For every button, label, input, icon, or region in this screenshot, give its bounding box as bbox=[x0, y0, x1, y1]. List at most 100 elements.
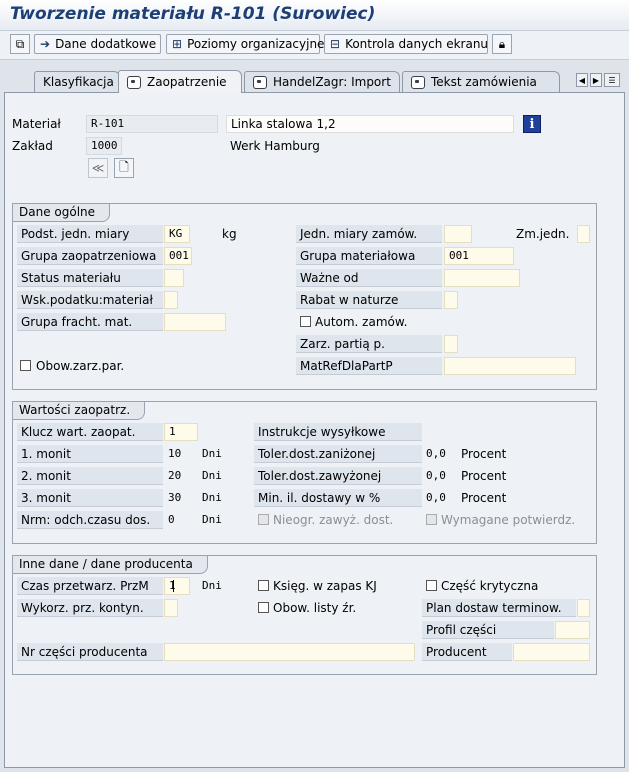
tab-tekst-zamowienia[interactable]: Tekst zamówienia bbox=[402, 71, 560, 92]
schedule-label: Plan dostaw terminow. bbox=[422, 599, 576, 617]
freight-group-label: Grupa fracht. mat. bbox=[17, 313, 163, 331]
ack-required-checkbox bbox=[426, 514, 437, 525]
gr-time-field[interactable]: 1 bbox=[164, 577, 190, 595]
window-title: Tworzenie materiału R-101 (Surowiec) bbox=[10, 4, 376, 24]
min-qty-value: 0,0 bbox=[426, 491, 446, 504]
mat-group-label: Grupa materiałowa bbox=[296, 247, 442, 265]
plant-field: 1000 bbox=[86, 137, 122, 155]
purch-key-field[interactable]: 1 bbox=[164, 423, 198, 441]
critical-part-label: Część krytyczna bbox=[441, 579, 539, 593]
var-uom-label: Zm.jedn. bbox=[516, 227, 570, 241]
group-title: Wartości zaopatrz. bbox=[13, 402, 146, 420]
triangle-left-icon: ◀ bbox=[578, 75, 586, 85]
material-description: Linka stalowa 1,2 bbox=[226, 115, 514, 133]
tab-scroll-left-button[interactable]: ◀ bbox=[576, 73, 588, 87]
tab-klasyfikacja[interactable]: Klasyfikacja bbox=[34, 71, 120, 92]
gr-time-label: Czas przetwarz. PrzM bbox=[17, 577, 163, 595]
base-uom-field[interactable]: KG bbox=[164, 225, 190, 243]
mfr-part-number-label: Nr części producenta bbox=[17, 643, 163, 661]
additional-data-button[interactable]: ➔ Dane dodatkowe bbox=[34, 34, 161, 54]
part-profile-field[interactable] bbox=[555, 621, 590, 639]
post-insp-label: Księg. w zapas KJ bbox=[273, 579, 377, 593]
manufacturer-field[interactable] bbox=[513, 643, 590, 661]
org-levels-label: Poziomy organizacyjne bbox=[187, 37, 325, 51]
purch-group-field[interactable]: 001 bbox=[164, 247, 192, 265]
previous-icon: ≪ bbox=[91, 161, 105, 175]
reminder3-unit: Dni bbox=[202, 491, 222, 504]
var-uom-field[interactable] bbox=[577, 225, 590, 243]
reminder2-unit: Dni bbox=[202, 469, 222, 482]
discount-label: Rabat w naturze bbox=[296, 291, 442, 309]
tab-handel-import[interactable]: HandelZagr: Import bbox=[244, 71, 400, 92]
check-data-icon: ⊟ bbox=[330, 37, 341, 51]
batch-mgmt-field[interactable] bbox=[444, 335, 458, 353]
source-list-checkbox[interactable] bbox=[258, 602, 269, 613]
plant-description: Werk Hamburg bbox=[230, 139, 320, 153]
reminder1-unit: Dni bbox=[202, 447, 222, 460]
tab-label: HandelZagr: Import bbox=[273, 75, 391, 89]
over-tol-value: 0,0 bbox=[426, 469, 446, 482]
mandatory-mfr-checkbox[interactable] bbox=[20, 360, 31, 371]
min-qty-unit: Procent bbox=[461, 491, 507, 505]
quota-label: Wykorz. prz. kontyn. bbox=[17, 599, 163, 617]
order-uom-field[interactable] bbox=[444, 225, 472, 243]
document-icon: 🗋︎ bbox=[119, 159, 129, 174]
check-data-button[interactable]: ⊟ Kontrola danych ekranu bbox=[324, 34, 488, 54]
lock-button[interactable]: 🔒︎ bbox=[492, 34, 512, 54]
tab-status-icon bbox=[253, 75, 267, 89]
mfr-part-profile-field[interactable] bbox=[444, 357, 576, 375]
mfr-part-number-field[interactable] bbox=[164, 643, 415, 661]
info-button[interactable]: i bbox=[523, 115, 541, 133]
reminder2-value: 20 bbox=[168, 469, 182, 482]
mat-group-field[interactable]: 001 bbox=[444, 247, 514, 265]
org-levels-button[interactable]: ⊞ Poziomy organizacyjne bbox=[166, 34, 324, 54]
tab-list-button[interactable]: ☰ bbox=[604, 73, 620, 87]
purch-key-label: Klucz wart. zaopat. bbox=[17, 423, 163, 441]
tab-zaopatrzenie[interactable]: Zaopatrzenie bbox=[118, 70, 242, 93]
tab-label: Zaopatrzenie bbox=[147, 75, 227, 89]
tax-ind-field[interactable] bbox=[164, 291, 178, 309]
mat-status-field[interactable] bbox=[164, 269, 184, 287]
mfr-part-profile-label: MatRefDlaPartP bbox=[296, 357, 442, 375]
critical-part-checkbox[interactable] bbox=[426, 580, 437, 591]
manufacturer-label: Producent bbox=[422, 643, 512, 661]
material-field: R-101 bbox=[86, 115, 218, 133]
unlimited-overdelivery-label: Nieogr. zawyż. dost. bbox=[273, 513, 394, 527]
base-uom-text: kg bbox=[222, 227, 237, 241]
tab-label: Tekst zamówienia bbox=[431, 75, 537, 89]
source-list-label: Obow. listy źr. bbox=[273, 601, 357, 615]
auto-po-checkbox[interactable] bbox=[300, 316, 311, 327]
deviation-value: 0 bbox=[168, 513, 175, 526]
over-tol-label: Toler.dost.zawyżonej bbox=[254, 467, 422, 485]
batch-mgmt-label: Zarz. partią p. bbox=[296, 335, 442, 353]
post-insp-checkbox[interactable] bbox=[258, 580, 269, 591]
quota-field[interactable] bbox=[164, 599, 178, 617]
org-levels-icon: ⊞ bbox=[172, 37, 183, 51]
tab-scroll-right-button[interactable]: ▶ bbox=[590, 73, 602, 87]
additional-data-label: Dane dodatkowe bbox=[55, 37, 157, 51]
shipping-label: Instrukcje wysyłkowe bbox=[254, 423, 422, 441]
reminder3-value: 30 bbox=[168, 491, 182, 504]
display-change-icon: ⧉ bbox=[15, 36, 25, 51]
info-icon: i bbox=[529, 116, 535, 132]
tab-label: Klasyfikacja bbox=[43, 75, 114, 89]
new-document-button[interactable]: 🗋︎ bbox=[114, 158, 134, 178]
previous-button[interactable]: ≪ bbox=[88, 158, 108, 178]
schedule-field[interactable] bbox=[577, 599, 590, 617]
freight-group-field[interactable] bbox=[164, 313, 226, 331]
unlimited-overdelivery-checkbox bbox=[258, 514, 269, 525]
reminder2-label: 2. monit bbox=[17, 467, 163, 485]
reminder3-label: 3. monit bbox=[17, 489, 163, 507]
auto-po-label: Autom. zamów. bbox=[315, 315, 408, 329]
tab-status-icon bbox=[127, 75, 141, 89]
discount-field[interactable] bbox=[444, 291, 458, 309]
plant-label: Zakład bbox=[12, 139, 53, 153]
under-tol-label: Toler.dost.zaniżonej bbox=[254, 445, 422, 463]
tax-ind-label: Wsk.podatku:materiał bbox=[17, 291, 163, 309]
part-profile-label: Profil części bbox=[422, 621, 554, 639]
tab-status-icon bbox=[411, 75, 425, 89]
display-change-button[interactable]: ⧉ bbox=[10, 34, 30, 54]
over-tol-unit: Procent bbox=[461, 469, 507, 483]
valid-from-field[interactable] bbox=[444, 269, 520, 287]
under-tol-unit: Procent bbox=[461, 447, 507, 461]
